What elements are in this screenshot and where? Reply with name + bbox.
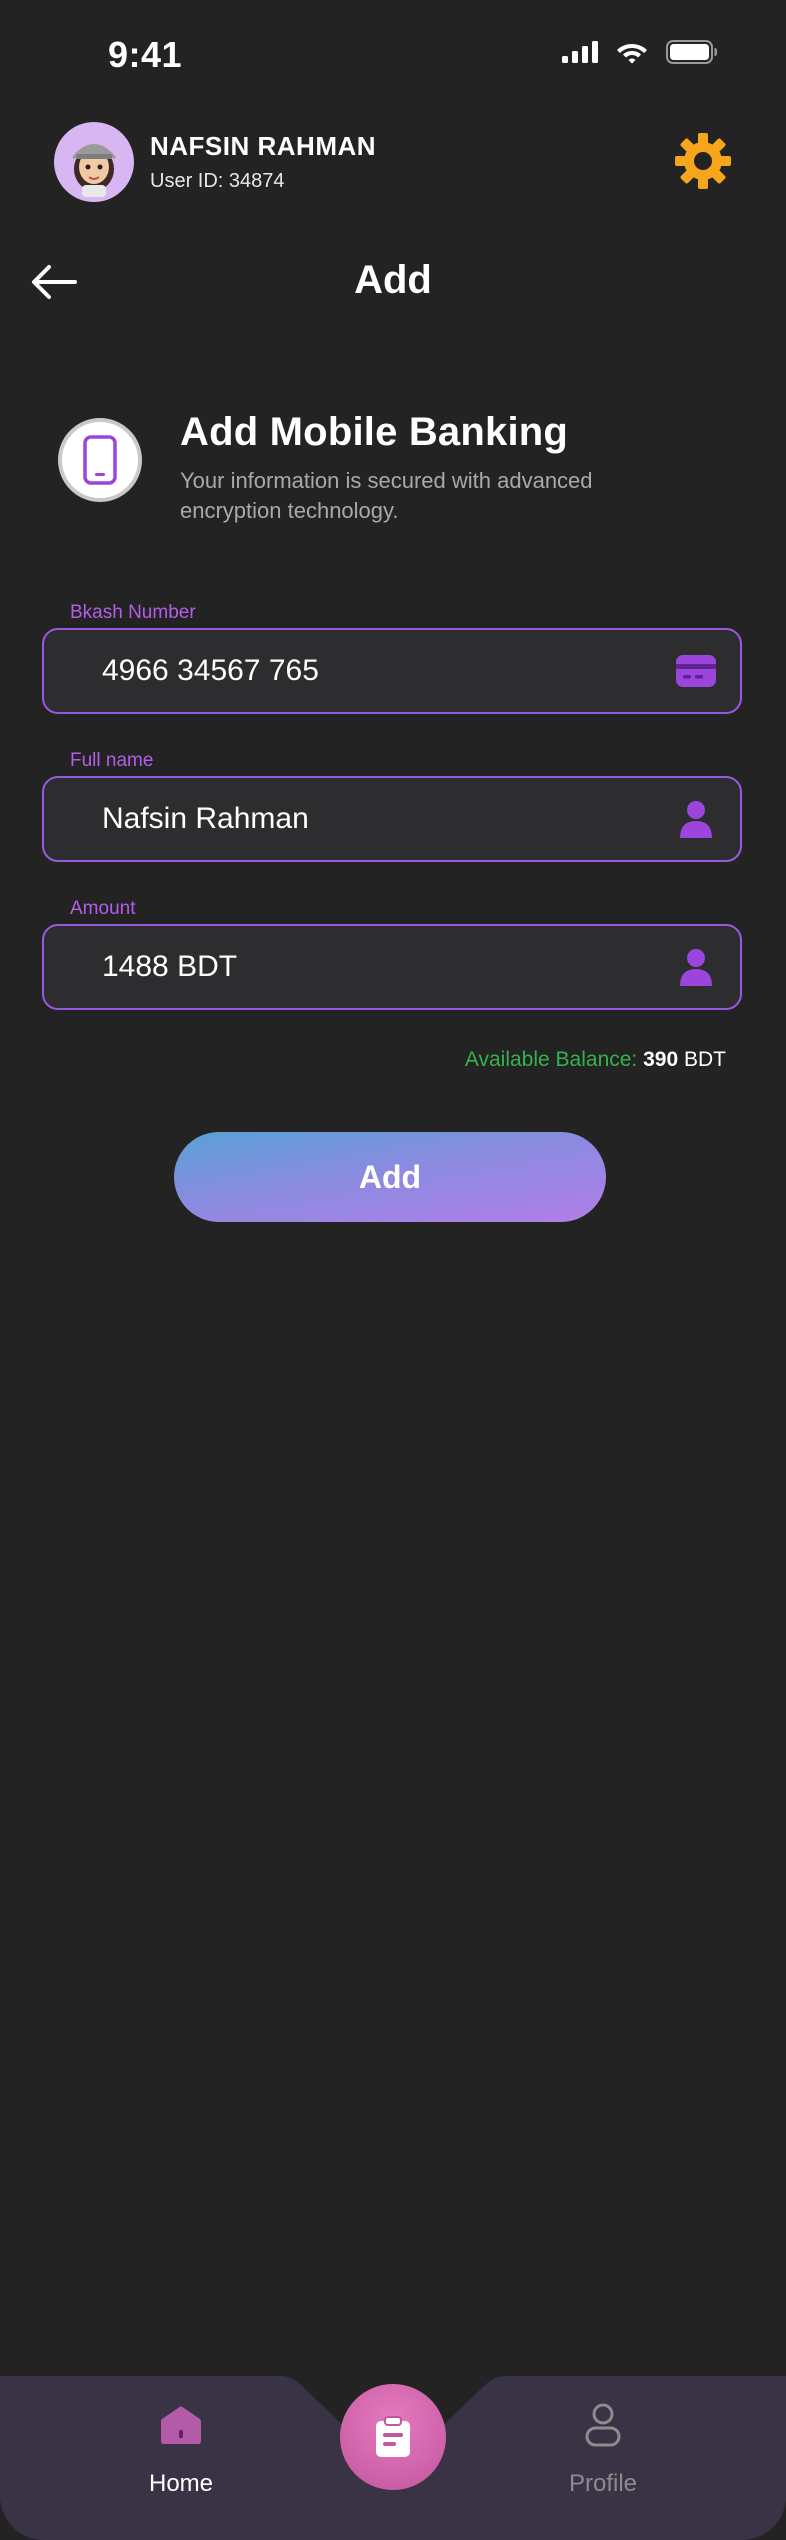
mobile-banking-badge	[58, 418, 142, 502]
balance-unit: BDT	[684, 1048, 726, 1071]
profile-header: NAFSIN RAHMAN User ID: 34874	[54, 122, 376, 202]
person-icon	[680, 949, 712, 986]
balance-label: Available Balance:	[464, 1048, 638, 1071]
cellular-signal-icon	[562, 41, 598, 63]
user-id: User ID: 34874	[150, 170, 285, 192]
field-icon-wrap	[672, 795, 720, 843]
avatar[interactable]	[54, 122, 134, 202]
nav-home[interactable]: Home	[101, 2400, 261, 2498]
bkash-number-field[interactable]	[42, 628, 742, 714]
settings-button[interactable]	[672, 130, 734, 192]
person-icon	[680, 801, 712, 838]
section-title: Add Mobile Banking	[180, 410, 569, 454]
nav-profile[interactable]: Profile	[523, 2400, 683, 2498]
nav-home-label: Home	[148, 2470, 214, 2497]
page-title: Add	[354, 258, 432, 302]
section-subtitle: Your information is secured with advance…	[180, 468, 593, 523]
user-name: NAFSIN RAHMAN	[150, 131, 377, 161]
battery-icon	[666, 40, 717, 64]
status-bar: 9:41	[0, 0, 786, 110]
field-icon-wrap	[672, 647, 720, 695]
avatar-memoji-icon	[72, 144, 116, 197]
available-balance: Available Balance: 390 BDT	[465, 1048, 726, 1072]
bkash-number-input[interactable]	[102, 654, 672, 688]
nav-home-icon-wrap	[101, 2400, 261, 2450]
status-time: 9:41	[108, 34, 183, 75]
phone-icon	[83, 435, 117, 485]
amount-input[interactable]	[102, 950, 672, 984]
full-name-input[interactable]	[102, 802, 672, 836]
gear-icon	[675, 133, 731, 189]
center-action-button[interactable]	[340, 2384, 446, 2490]
card-icon	[676, 655, 716, 687]
nav-profile-label: Profile	[568, 2470, 638, 2497]
amount-field[interactable]	[42, 924, 742, 1010]
full-name-label: Full name	[70, 750, 154, 771]
app-screen: 9:41 NAFSIN RAHMAN User ID: 34874 Add Ad…	[0, 0, 786, 2540]
balance-value: 390	[643, 1048, 679, 1071]
nav-profile-icon-wrap	[523, 2400, 683, 2450]
add-button[interactable]: Add	[174, 1132, 606, 1222]
home-icon	[161, 2406, 201, 2444]
wifi-icon	[617, 44, 647, 64]
user-outline-icon	[585, 2403, 621, 2447]
field-icon-wrap	[672, 943, 720, 991]
full-name-field[interactable]	[42, 776, 742, 862]
amount-label: Amount	[70, 898, 136, 919]
clipboard-icon	[376, 2416, 410, 2457]
bkash-number-label: Bkash Number	[70, 602, 196, 623]
status-icons	[562, 40, 718, 64]
